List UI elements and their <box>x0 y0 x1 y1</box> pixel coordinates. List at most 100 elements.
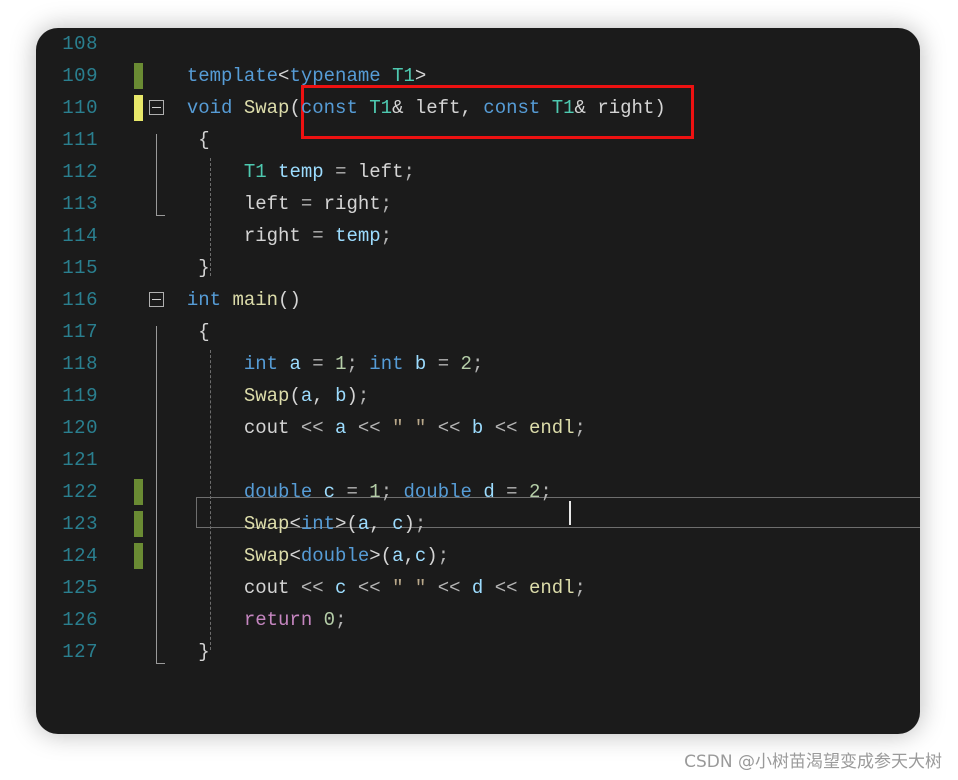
line-content[interactable]: } <box>164 636 209 668</box>
token: 1 <box>335 353 347 375</box>
token: ; <box>335 609 347 631</box>
token: = <box>346 481 358 503</box>
code-line[interactable]: 115 } <box>36 252 920 284</box>
token: T1 <box>551 97 575 119</box>
line-number: 125 <box>62 577 98 599</box>
token: T1 <box>392 65 415 87</box>
token: , <box>403 545 415 567</box>
token: temp <box>335 225 381 247</box>
token: " " <box>380 417 438 439</box>
code-line[interactable]: 121 <box>36 444 920 476</box>
line-content[interactable]: Swap<double>(a,c); <box>164 540 449 572</box>
code-line[interactable]: 116 int main() <box>36 284 920 316</box>
code-line[interactable]: 111 { <box>36 124 920 156</box>
token: c <box>335 577 347 599</box>
code-line[interactable]: 119 Swap(a, b); <box>36 380 920 412</box>
line-content[interactable]: right = temp; <box>164 220 392 252</box>
token: >( <box>335 513 358 535</box>
code-line[interactable]: 114 right = temp; <box>36 220 920 252</box>
line-content[interactable]: return 0; <box>164 604 347 636</box>
token: left <box>164 193 301 215</box>
line-content[interactable]: { <box>164 316 209 348</box>
change-bar-saved <box>134 63 143 89</box>
token: a <box>392 545 404 567</box>
code-line[interactable]: 109 template<typename T1> <box>36 60 920 92</box>
token: << <box>437 417 461 439</box>
token: ; <box>380 481 404 503</box>
line-content[interactable]: } <box>164 252 209 284</box>
token: ; <box>403 161 415 183</box>
token: << <box>494 577 518 599</box>
token: b <box>414 353 427 375</box>
token: int <box>243 353 279 375</box>
line-content[interactable]: cout << c << " " << d << endl; <box>164 572 586 604</box>
token: ; <box>346 353 370 375</box>
token: >( <box>369 545 393 567</box>
code-line[interactable]: 126 return 0; <box>36 604 920 636</box>
line-content[interactable]: int a = 1; int b = 2; <box>164 348 484 380</box>
token: = <box>335 161 347 183</box>
fold-toggle-icon[interactable] <box>149 100 164 115</box>
code-surface[interactable]: 108 109 template<typename T1> 110 void Swa… <box>36 28 920 734</box>
token: 2 <box>460 353 472 375</box>
token: ; <box>380 193 393 215</box>
token: T1 <box>369 97 393 119</box>
code-line[interactable]: 108 <box>36 28 920 60</box>
line-content[interactable]: int main() <box>164 284 301 316</box>
token: " " <box>380 577 438 599</box>
code-line[interactable]: 120 cout << a << " " << b << endl; <box>36 412 920 444</box>
line-content[interactable]: void Swap(const T1& left, const T1& righ… <box>164 92 666 124</box>
code-line[interactable]: 113 left = right; <box>36 188 920 220</box>
line-content[interactable]: double c = 1; double d = 2; <box>164 476 552 508</box>
fold-toggle-icon[interactable] <box>149 292 164 307</box>
token: ( <box>289 385 301 407</box>
token: << <box>494 417 518 439</box>
token: int <box>369 353 404 375</box>
line-number: 118 <box>62 353 98 375</box>
token: << <box>300 417 324 439</box>
token: cout <box>164 417 301 439</box>
line-number: 117 <box>62 321 98 343</box>
line-number: 109 <box>62 65 98 87</box>
line-content[interactable]: left = right; <box>164 188 392 220</box>
line-number: 124 <box>62 545 98 567</box>
token: double <box>300 545 370 567</box>
token: c <box>392 513 404 535</box>
line-number: 110 <box>62 97 98 119</box>
line-content[interactable]: T1 temp = left; <box>164 156 415 188</box>
code-line[interactable]: 112 T1 temp = left; <box>36 156 920 188</box>
code-line[interactable]: 117 { <box>36 316 920 348</box>
code-line[interactable]: 118 int a = 1; int b = 2; <box>36 348 920 380</box>
token: 1 <box>369 481 381 503</box>
change-bar-saved <box>134 479 143 505</box>
line-content[interactable]: cout << a << " " << b << endl; <box>164 412 586 444</box>
code-line[interactable]: 122 double c = 1; double d = 2; <box>36 476 920 508</box>
token: ) <box>346 385 358 407</box>
code-editor-window[interactable]: 108 109 template<typename T1> 110 void Swa… <box>36 28 920 734</box>
token: < <box>278 65 290 87</box>
token: const <box>483 97 541 119</box>
line-content[interactable]: template<typename T1> <box>164 60 426 92</box>
code-line[interactable]: 124 Swap<double>(a,c); <box>36 540 920 572</box>
token: int <box>300 513 336 535</box>
token: = <box>312 353 324 375</box>
code-line[interactable]: 125 cout << c << " " << d << endl; <box>36 572 920 604</box>
line-content[interactable]: Swap(a, b); <box>164 380 369 412</box>
code-line[interactable]: 110 void Swap(const T1& left, const T1& … <box>36 92 920 124</box>
line-number: 111 <box>62 129 98 151</box>
code-line[interactable]: 127 } <box>36 636 920 668</box>
line-content[interactable]: { <box>164 124 209 156</box>
code-line[interactable]: 123 Swap<int>(a, c); <box>36 508 920 540</box>
line-content[interactable]: Swap<int>(a, c); <box>164 508 426 540</box>
line-number: 116 <box>62 289 98 311</box>
token: ; <box>574 417 586 439</box>
